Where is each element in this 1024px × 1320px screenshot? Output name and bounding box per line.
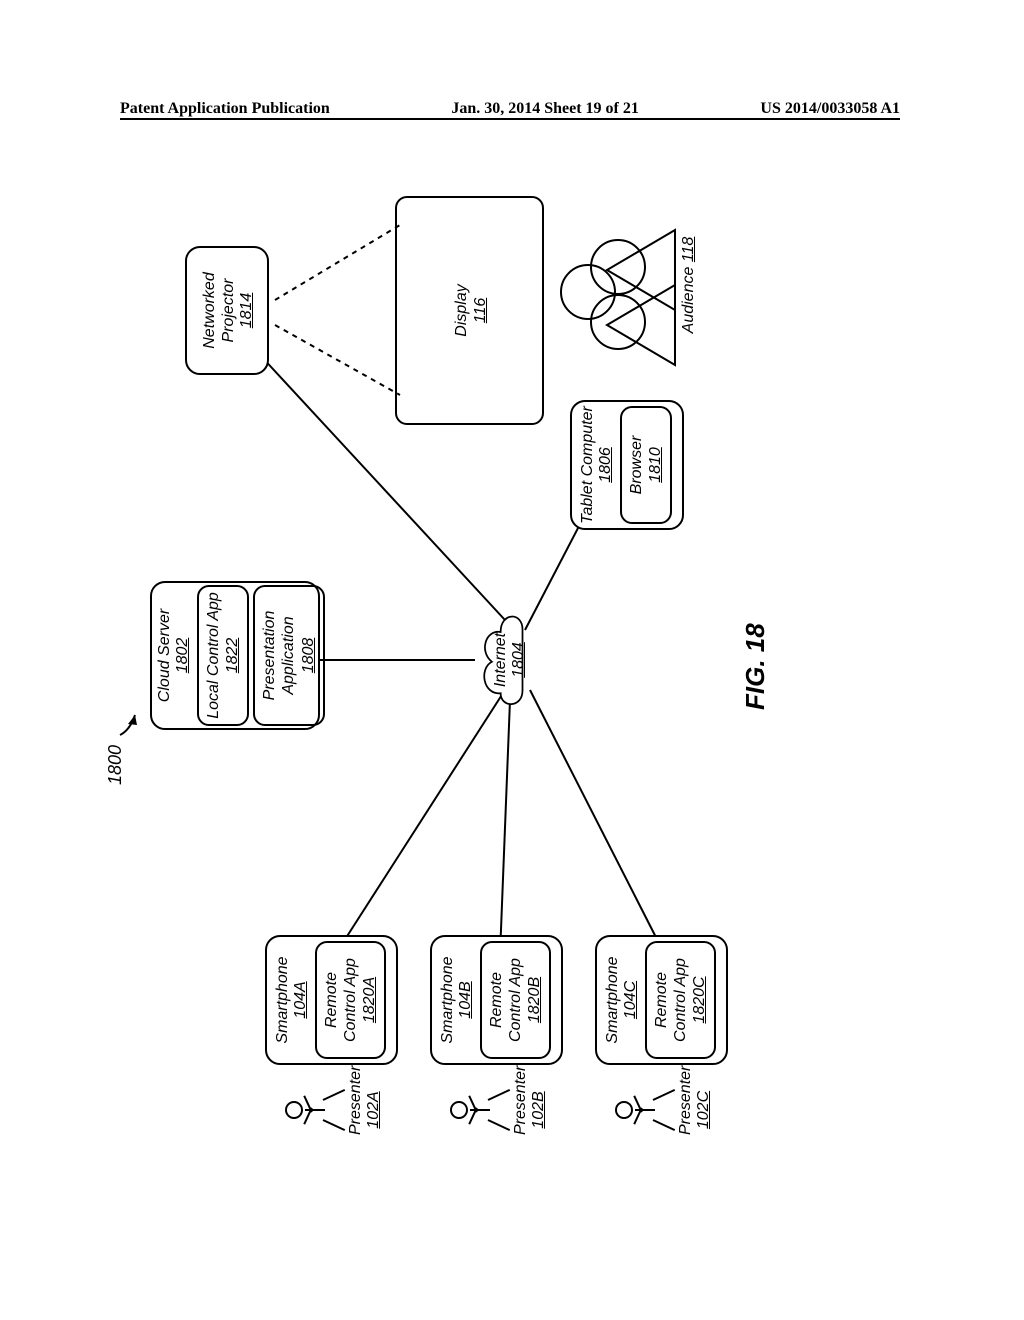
figure-caption: FIG. 18 <box>740 623 771 710</box>
browser-box: Browser 1810 <box>620 406 672 524</box>
header-right: US 2014/0033058 A1 <box>760 100 900 118</box>
cloud-server-label: Cloud Server 1802 <box>152 583 193 728</box>
presenter-c-icon: Presenter 102C <box>615 1085 712 1135</box>
local-control-app-box: Local Control App 1822 <box>197 585 249 726</box>
page-header: Patent Application Publication Jan. 30, … <box>0 95 1024 120</box>
projector-box: Networked Projector 1814 <box>185 246 269 375</box>
internet-cloud: Internet 1804 <box>470 600 540 720</box>
display-box: Display 116 <box>395 196 544 425</box>
remote-app-b-box: Remote Control App 1820B <box>480 941 552 1059</box>
header-left: Patent Application Publication <box>120 100 330 118</box>
audience-group: Audience 118 <box>560 190 690 390</box>
header-center: Jan. 30, 2014 Sheet 19 of 21 <box>451 100 639 118</box>
figure-diagram: 1800 Cloud Server 1802 Local Control App… <box>40 260 980 1060</box>
smartphone-a-box: Smartphone 104A Remote Control App 1820A <box>265 935 398 1065</box>
remote-app-c-box: Remote Control App 1820C <box>645 941 717 1059</box>
remote-app-a-box: Remote Control App 1820A <box>315 941 387 1059</box>
presenter-b-icon: Presenter 102B <box>450 1085 547 1135</box>
cloud-server-box: Cloud Server 1802 Local Control App 1822… <box>150 581 320 730</box>
ref-number: 1800 <box>105 745 126 785</box>
presentation-app-box: Presentation Application 1808 <box>253 585 325 726</box>
smartphone-c-box: Smartphone 104C Remote Control App 1820C <box>595 935 728 1065</box>
presenter-a-icon: Presenter 102A <box>285 1085 382 1135</box>
smartphone-b-box: Smartphone 104B Remote Control App 1820B <box>430 935 563 1065</box>
tablet-box: Tablet Computer 1806 Browser 1810 <box>570 400 684 530</box>
